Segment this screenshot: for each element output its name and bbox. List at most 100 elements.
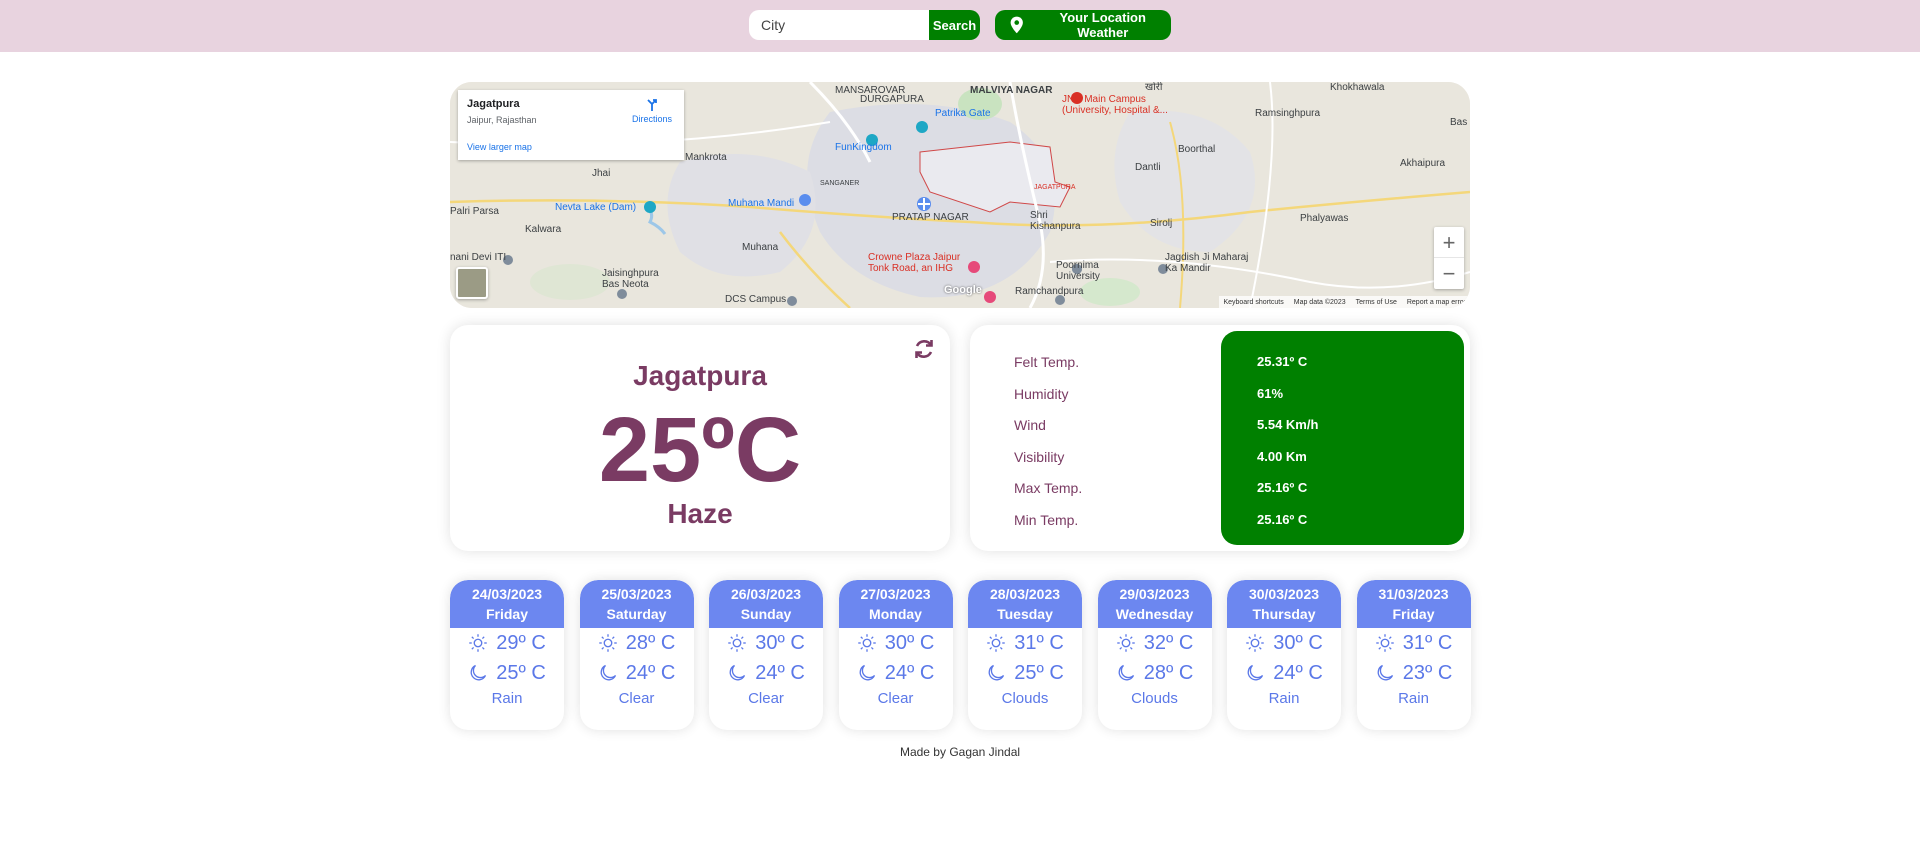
forecast-high-row: 32º C <box>1098 628 1212 658</box>
sun-icon <box>469 634 487 652</box>
forecast-low-temp: 24º C <box>1273 661 1323 684</box>
sun-icon <box>598 634 617 652</box>
forecast-low-row: 24º C <box>580 658 694 688</box>
forecast-day-card: 24/03/2023 Friday 29º C 25º C Rain <box>450 580 564 730</box>
search-button[interactable]: Search <box>929 10 980 40</box>
detail-values-panel: 25.31º C 61% 5.54 Km/h 4.00 Km 25.16º C … <box>1221 331 1464 545</box>
forecast-high-temp: 29º C <box>496 631 546 654</box>
felt-temp-label: Felt Temp. <box>1014 354 1080 370</box>
map-label: Phalyawas <box>1300 213 1349 224</box>
weather-details-card: Felt Temp. Humidity Wind Visibility Max … <box>970 325 1470 551</box>
forecast-low-temp: 24º C <box>884 661 935 684</box>
sun-icon <box>1375 634 1394 652</box>
view-larger-map-link[interactable]: View larger map <box>467 142 532 152</box>
forecast-low-temp: 28º C <box>1143 661 1194 684</box>
map-embed[interactable]: MALVIYA NAGAR MANSAROVAR DURGAPURA Patri… <box>450 82 1470 308</box>
map-label: FunKingdom <box>835 142 892 153</box>
forecast-row: 24/03/2023 Friday 29º C 25º C Rain 25/03/2023… <box>450 580 1471 730</box>
forecast-day-header: 29/03/2023 Wednesday <box>1097 580 1212 628</box>
current-weather-card: Jagatpura 25ºC Haze <box>450 325 950 551</box>
forecast-low-row: 25º C <box>450 658 564 688</box>
map-label: Muhana Mandi <box>728 198 795 209</box>
moon-icon <box>470 664 487 681</box>
forecast-day-header: 31/03/2023 Friday <box>1356 580 1471 628</box>
map-label: खोरी <box>1145 82 1163 93</box>
min-temp-label: Min Temp. <box>1014 511 1079 528</box>
map-data-text: Map data ©2023 <box>1293 298 1346 306</box>
forecast-day-card: 26/03/2023 Sunday 30º C 24º C Clear <box>709 580 823 730</box>
sun-icon <box>1246 634 1264 652</box>
felt-temp-value: 25.31º C <box>1257 354 1308 369</box>
forecast-high-row: 31º C <box>1357 628 1471 658</box>
zoom-in-button[interactable]: + <box>1434 227 1464 258</box>
report-error-link[interactable]: Report a map error <box>1407 299 1466 306</box>
refresh-icon[interactable] <box>912 337 936 361</box>
forecast-low-temp: 25º C <box>496 661 546 684</box>
map-label: Patrika Gate <box>935 108 991 119</box>
wind-label: Wind <box>1014 417 1046 433</box>
satellite-toggle[interactable] <box>456 267 488 299</box>
directions-icon <box>647 99 657 111</box>
min-temp-value: 25.16º C <box>1257 511 1308 527</box>
forecast-low-row: 28º C <box>1098 658 1212 688</box>
city-name: Jagatpura <box>633 360 767 391</box>
forecast-weekday: Monday <box>869 606 922 622</box>
map-label: SANGANER <box>820 180 860 187</box>
map-label: Crowne Plaza Jaipur Tonk Road, an IHG <box>868 252 961 274</box>
forecast-weekday: Wednesday <box>1115 606 1194 622</box>
forecast-day-header: 26/03/2023 Sunday <box>709 580 823 628</box>
max-temp-label: Max Temp. <box>1014 480 1083 496</box>
forecast-date: 28/03/2023 <box>989 586 1061 602</box>
map-footer: Keyboard shortcuts Map data ©2023 Terms … <box>1219 296 1470 308</box>
map-label: Dantli <box>1135 162 1161 173</box>
forecast-day-header: 24/03/2023 Friday <box>450 580 564 628</box>
map-label: JAGATPURA <box>1034 184 1076 191</box>
forecast-date: 30/03/2023 <box>1248 586 1320 602</box>
forecast-low-row: 24º C <box>709 658 823 688</box>
forecast-day-card: 29/03/2023 Wednesday 32º C 28º C Clouds <box>1097 580 1212 730</box>
forecast-weekday: Thursday <box>1252 606 1316 622</box>
forecast-description: Rain <box>491 690 523 707</box>
forecast-day-card: 31/03/2023 Friday 31º C 23º C Rain <box>1356 580 1471 730</box>
map-label: Nevta Lake (Dam) <box>555 202 637 213</box>
sun-icon <box>1116 634 1135 652</box>
forecast-low-row: 24º C <box>839 658 953 688</box>
current-temperature: 25ºC <box>598 399 802 501</box>
forecast-date: 24/03/2023 <box>471 586 543 602</box>
city-search-input[interactable] <box>749 10 929 40</box>
map-label: JNU Main Campus (University, Hospital &.… <box>1062 94 1168 116</box>
top-bar: Search Your Location Weather <box>0 0 1920 52</box>
sun-icon <box>728 634 746 652</box>
moon-icon <box>988 664 1005 681</box>
forecast-weekday: Tuesday <box>997 606 1053 622</box>
sun-icon <box>857 634 876 652</box>
map-label: Jaisinghpura Bas Neota <box>602 268 659 290</box>
zoom-out-button[interactable]: − <box>1434 258 1464 289</box>
directions-link[interactable]: Directions <box>632 98 672 124</box>
visibility-label: Visibility <box>1014 448 1065 465</box>
forecast-day-card: 25/03/2023 Saturday 28º C 24º C Clear <box>579 580 694 730</box>
directions-label: Directions <box>631 114 672 124</box>
location-weather-button[interactable]: Your Location Weather <box>995 10 1171 40</box>
map-label: Boorthal <box>1178 144 1216 155</box>
terms-link[interactable]: Terms of Use <box>1356 299 1397 306</box>
search-form: Search <box>749 10 980 40</box>
forecast-low-row: 25º C <box>968 658 1082 688</box>
forecast-date: 29/03/2023 <box>1119 586 1190 602</box>
forecast-high-row: 30º C <box>839 628 953 658</box>
forecast-day-header: 25/03/2023 Saturday <box>579 580 694 628</box>
forecast-high-temp: 30º C <box>884 631 935 654</box>
forecast-day-card: 28/03/2023 Tuesday 31º C 25º C Clouds <box>968 580 1082 730</box>
map-label: DCS Campus <box>725 294 787 305</box>
humidity-label: Humidity <box>1014 385 1069 402</box>
map-label: PRATAP NAGAR <box>892 212 969 223</box>
map-label: Palri Parsa <box>450 206 499 217</box>
forecast-high-temp: 28º C <box>625 631 676 654</box>
location-pin-icon <box>1010 16 1023 34</box>
map-label: Bas <box>1450 117 1468 128</box>
forecast-low-temp: 23º C <box>1402 661 1453 684</box>
map-label: Poornima University <box>1056 260 1100 282</box>
forecast-weekday: Friday <box>485 606 528 622</box>
forecast-high-temp: 30º C <box>1273 631 1323 654</box>
keyboard-shortcuts-link[interactable]: Keyboard shortcuts <box>1223 299 1283 306</box>
